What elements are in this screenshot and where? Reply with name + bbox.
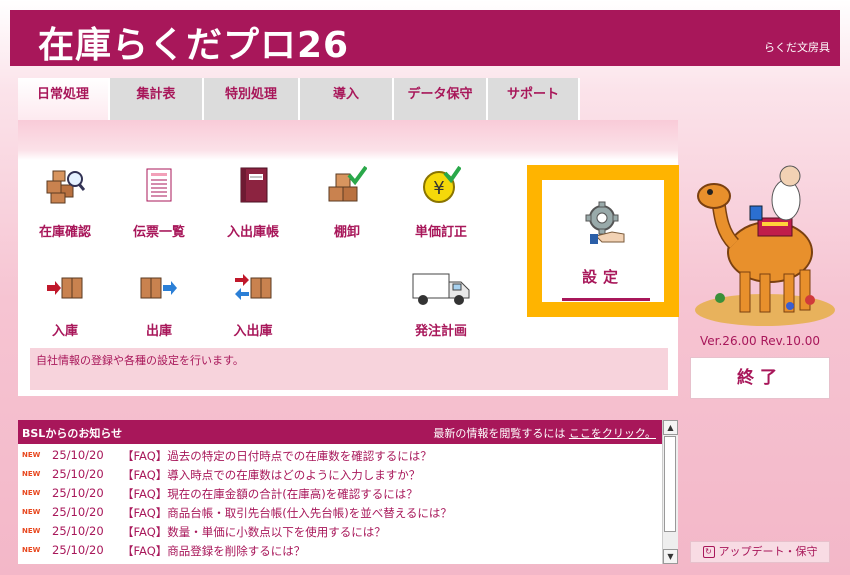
update-maintenance-label: アップデート・保守 (718, 545, 818, 558)
news-link-area: 最新の情報を閲覧するには ここをクリック。 (433, 425, 656, 441)
news-text: 【FAQ】商品台帳・取引先台帳(仕入先台帳)を並べ替えるには？ (122, 506, 452, 520)
tab-daily[interactable]: 日常処理 (18, 78, 110, 122)
stock-in-label: 入庫 (51, 324, 78, 339)
box-arrow-out-icon (140, 277, 177, 299)
settings-button[interactable]: 設定 (527, 165, 679, 317)
refresh-icon: ↻ (702, 546, 715, 558)
news-item[interactable]: NEW 25/10/20 【FAQ】数量・単価に小数点以下を使用するには？ (18, 522, 662, 541)
ledger-book-icon (240, 167, 268, 203)
news-item[interactable]: NEW 25/10/20 【FAQ】商品登録を削除するには？ (18, 541, 662, 560)
yen-coin-icon: ¥ (423, 165, 461, 203)
brand-name: らくだ文房具 (764, 41, 830, 54)
tab-special[interactable]: 特別処理 (204, 78, 300, 120)
inventory-count-label: 棚卸 (333, 225, 360, 240)
news-item[interactable]: NEW 25/10/20 【FAQ】現在の在庫金額の合計(在庫高)を確認するには… (18, 484, 662, 503)
app-logo: 在庫らくだプロ26 (38, 25, 350, 66)
scroll-thumb[interactable] (664, 436, 676, 532)
tab-support[interactable]: サポート (488, 78, 580, 120)
io-ledger-button[interactable]: 入出庫帳 (207, 165, 299, 245)
new-badge: NEW (22, 527, 41, 535)
stock-check-label: 在庫確認 (38, 225, 91, 240)
news-panel: BSLからのお知らせ 最新の情報を閲覧するには ここをクリック。 NEW 25/… (18, 420, 678, 564)
stock-in-button[interactable]: 入庫 (19, 268, 111, 340)
gear-hand-icon (585, 201, 625, 244)
document-list-icon (146, 168, 172, 202)
news-text: 【FAQ】現在の在庫金額の合計(在庫高)を確認するには？ (122, 487, 418, 501)
news-latest-link[interactable]: ここをクリック。 (569, 427, 656, 440)
news-text: 【FAQ】過去の特定の日付時点での在庫数を確認するには？ (122, 449, 432, 463)
svg-text:¥: ¥ (433, 178, 444, 199)
update-maintenance-button[interactable]: ↻ アップデート・保守 (690, 541, 830, 563)
new-badge: NEW (22, 546, 41, 554)
settings-button-face: 設定 (542, 180, 664, 302)
news-date: 25/10/20 (52, 505, 104, 519)
boxes-magnifier-icon (46, 170, 85, 204)
new-badge: NEW (22, 489, 41, 497)
order-plan-button[interactable]: 発注計画 (395, 268, 487, 340)
news-date: 25/10/20 (52, 448, 104, 462)
scroll-up-arrow-icon[interactable]: ▲ (663, 420, 678, 435)
news-text: 【FAQ】導入時点での在庫数はどのように入力しますか？ (122, 468, 421, 482)
stock-in-out-label: 入出庫 (233, 324, 273, 339)
order-plan-label: 発注計画 (414, 324, 467, 339)
news-list: NEW 25/10/20 【FAQ】過去の特定の日付時点での在庫数を確認するには… (18, 446, 662, 560)
unit-price-correction-label: 単価訂正 (414, 225, 467, 240)
function-description: 自社情報の登録や各種の設定を行います。 (30, 348, 668, 390)
news-date: 25/10/20 (52, 467, 104, 481)
inventory-count-button[interactable]: 棚卸 (301, 165, 393, 245)
news-date: 25/10/20 (52, 486, 104, 500)
tab-setup[interactable]: 導入 (300, 78, 394, 120)
camel-mascot-icon (695, 165, 835, 326)
news-title: BSLからのお知らせ (22, 427, 123, 440)
scroll-down-arrow-icon[interactable]: ▼ (663, 549, 678, 564)
tab-summary[interactable]: 集計表 (110, 78, 204, 120)
news-date: 25/10/20 (52, 543, 104, 557)
new-badge: NEW (22, 508, 41, 516)
title-bar: 在庫らくだプロ26 らくだ文房具 (10, 10, 840, 66)
news-header: BSLからのお知らせ 最新の情報を閲覧するには ここをクリック。 (18, 420, 662, 444)
settings-label: 設定 (581, 268, 624, 286)
slip-list-button[interactable]: 伝票一覧 (113, 165, 205, 245)
version-text: Ver.26.00 Rev.10.00 (700, 334, 820, 348)
settings-underline (562, 298, 650, 301)
stock-out-label: 出庫 (145, 324, 172, 339)
stock-out-button[interactable]: 出庫 (113, 268, 205, 340)
tab-data-maintenance[interactable]: データ保守 (394, 78, 488, 120)
new-badge: NEW (22, 470, 41, 478)
news-item[interactable]: NEW 25/10/20 【FAQ】商品台帳・取引先台帳(仕入先台帳)を並べ替え… (18, 503, 662, 522)
io-ledger-label: 入出庫帳 (226, 225, 279, 240)
stock-check-button[interactable]: 在庫確認 (19, 165, 111, 245)
new-badge: NEW (22, 451, 41, 459)
stock-in-out-button[interactable]: 入出庫 (207, 268, 299, 340)
news-text: 【FAQ】商品登録を削除するには？ (122, 544, 306, 558)
news-scrollbar[interactable]: ▲ ▼ (662, 420, 678, 564)
boxes-checkmark-icon (328, 165, 367, 202)
box-arrow-in-icon (47, 277, 83, 299)
unit-price-correction-button[interactable]: ¥ 単価訂正 (395, 165, 487, 245)
exit-button[interactable]: 終了 (690, 357, 830, 399)
slip-list-label: 伝票一覧 (132, 225, 185, 240)
delivery-truck-icon (412, 273, 470, 305)
news-date: 25/10/20 (52, 524, 104, 538)
news-item[interactable]: NEW 25/10/20 【FAQ】導入時点での在庫数はどのように入力しますか？ (18, 465, 662, 484)
news-link-prefix: 最新の情報を閲覧するには (433, 427, 566, 440)
box-arrows-both-icon (235, 274, 272, 300)
news-text: 【FAQ】数量・単価に小数点以下を使用するには？ (122, 525, 386, 539)
news-item[interactable]: NEW 25/10/20 【FAQ】過去の特定の日付時点での在庫数を確認するには… (18, 446, 662, 465)
